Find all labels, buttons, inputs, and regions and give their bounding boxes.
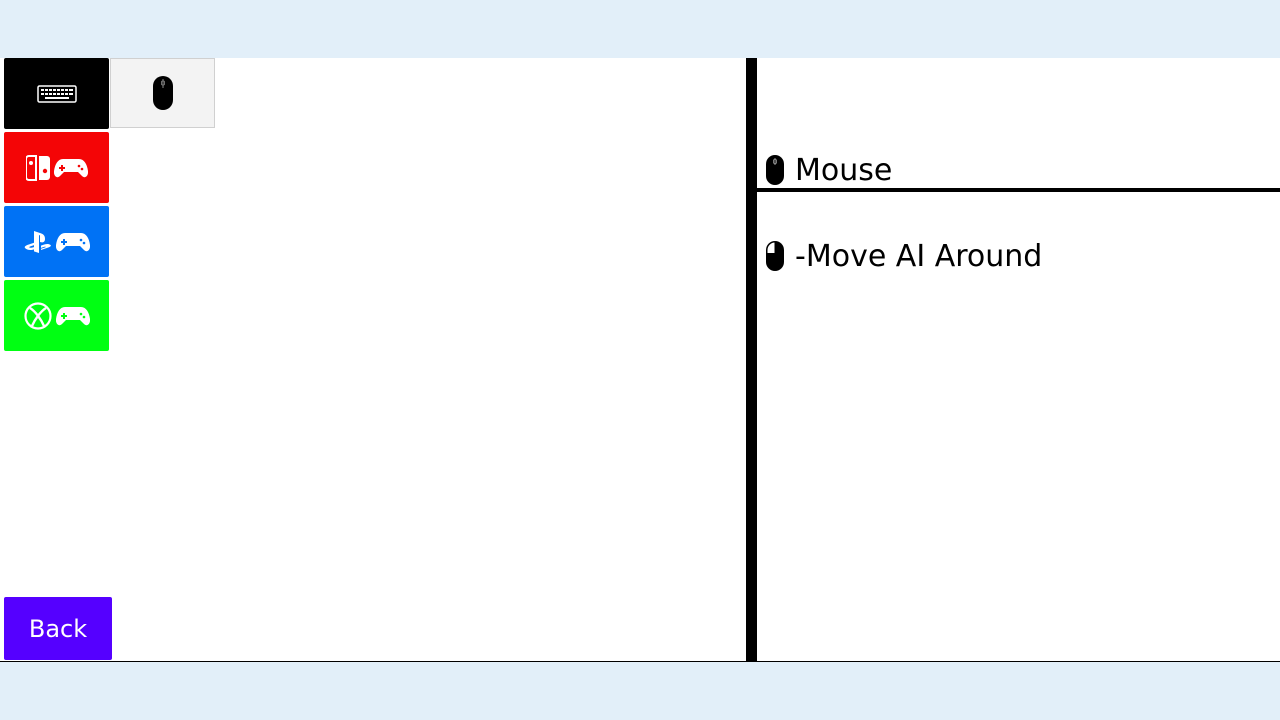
device-tab-keyboard[interactable] — [4, 58, 109, 129]
gamepad-icon — [55, 304, 90, 328]
back-button[interactable]: Back — [4, 597, 112, 660]
playstation-icon — [24, 230, 52, 254]
device-tab-xbox[interactable] — [4, 280, 109, 351]
device-tab-switch[interactable] — [4, 132, 109, 203]
mouse-icon — [765, 154, 785, 186]
gamepad-icon — [55, 230, 90, 254]
sub-tab-mouse[interactable] — [110, 58, 215, 128]
mouse-icon — [152, 75, 174, 111]
panel-divider — [746, 58, 757, 661]
panel-header: Mouse — [765, 150, 892, 190]
gamepad-icon — [53, 156, 88, 180]
binding-description: -Move AI Around — [795, 238, 1043, 274]
controls-screen: Back Mouse -Move AI Around — [0, 58, 1280, 662]
keyboard-icon — [36, 84, 77, 104]
xbox-icon — [23, 301, 52, 330]
binding-row: -Move AI Around — [765, 236, 1042, 276]
panel-title: Mouse — [795, 152, 893, 188]
panel-header-rule — [757, 188, 1280, 192]
device-tab-playstation[interactable] — [4, 206, 109, 277]
nintendo-switch-icon — [25, 154, 50, 181]
mouse-left-click-icon — [765, 240, 785, 272]
